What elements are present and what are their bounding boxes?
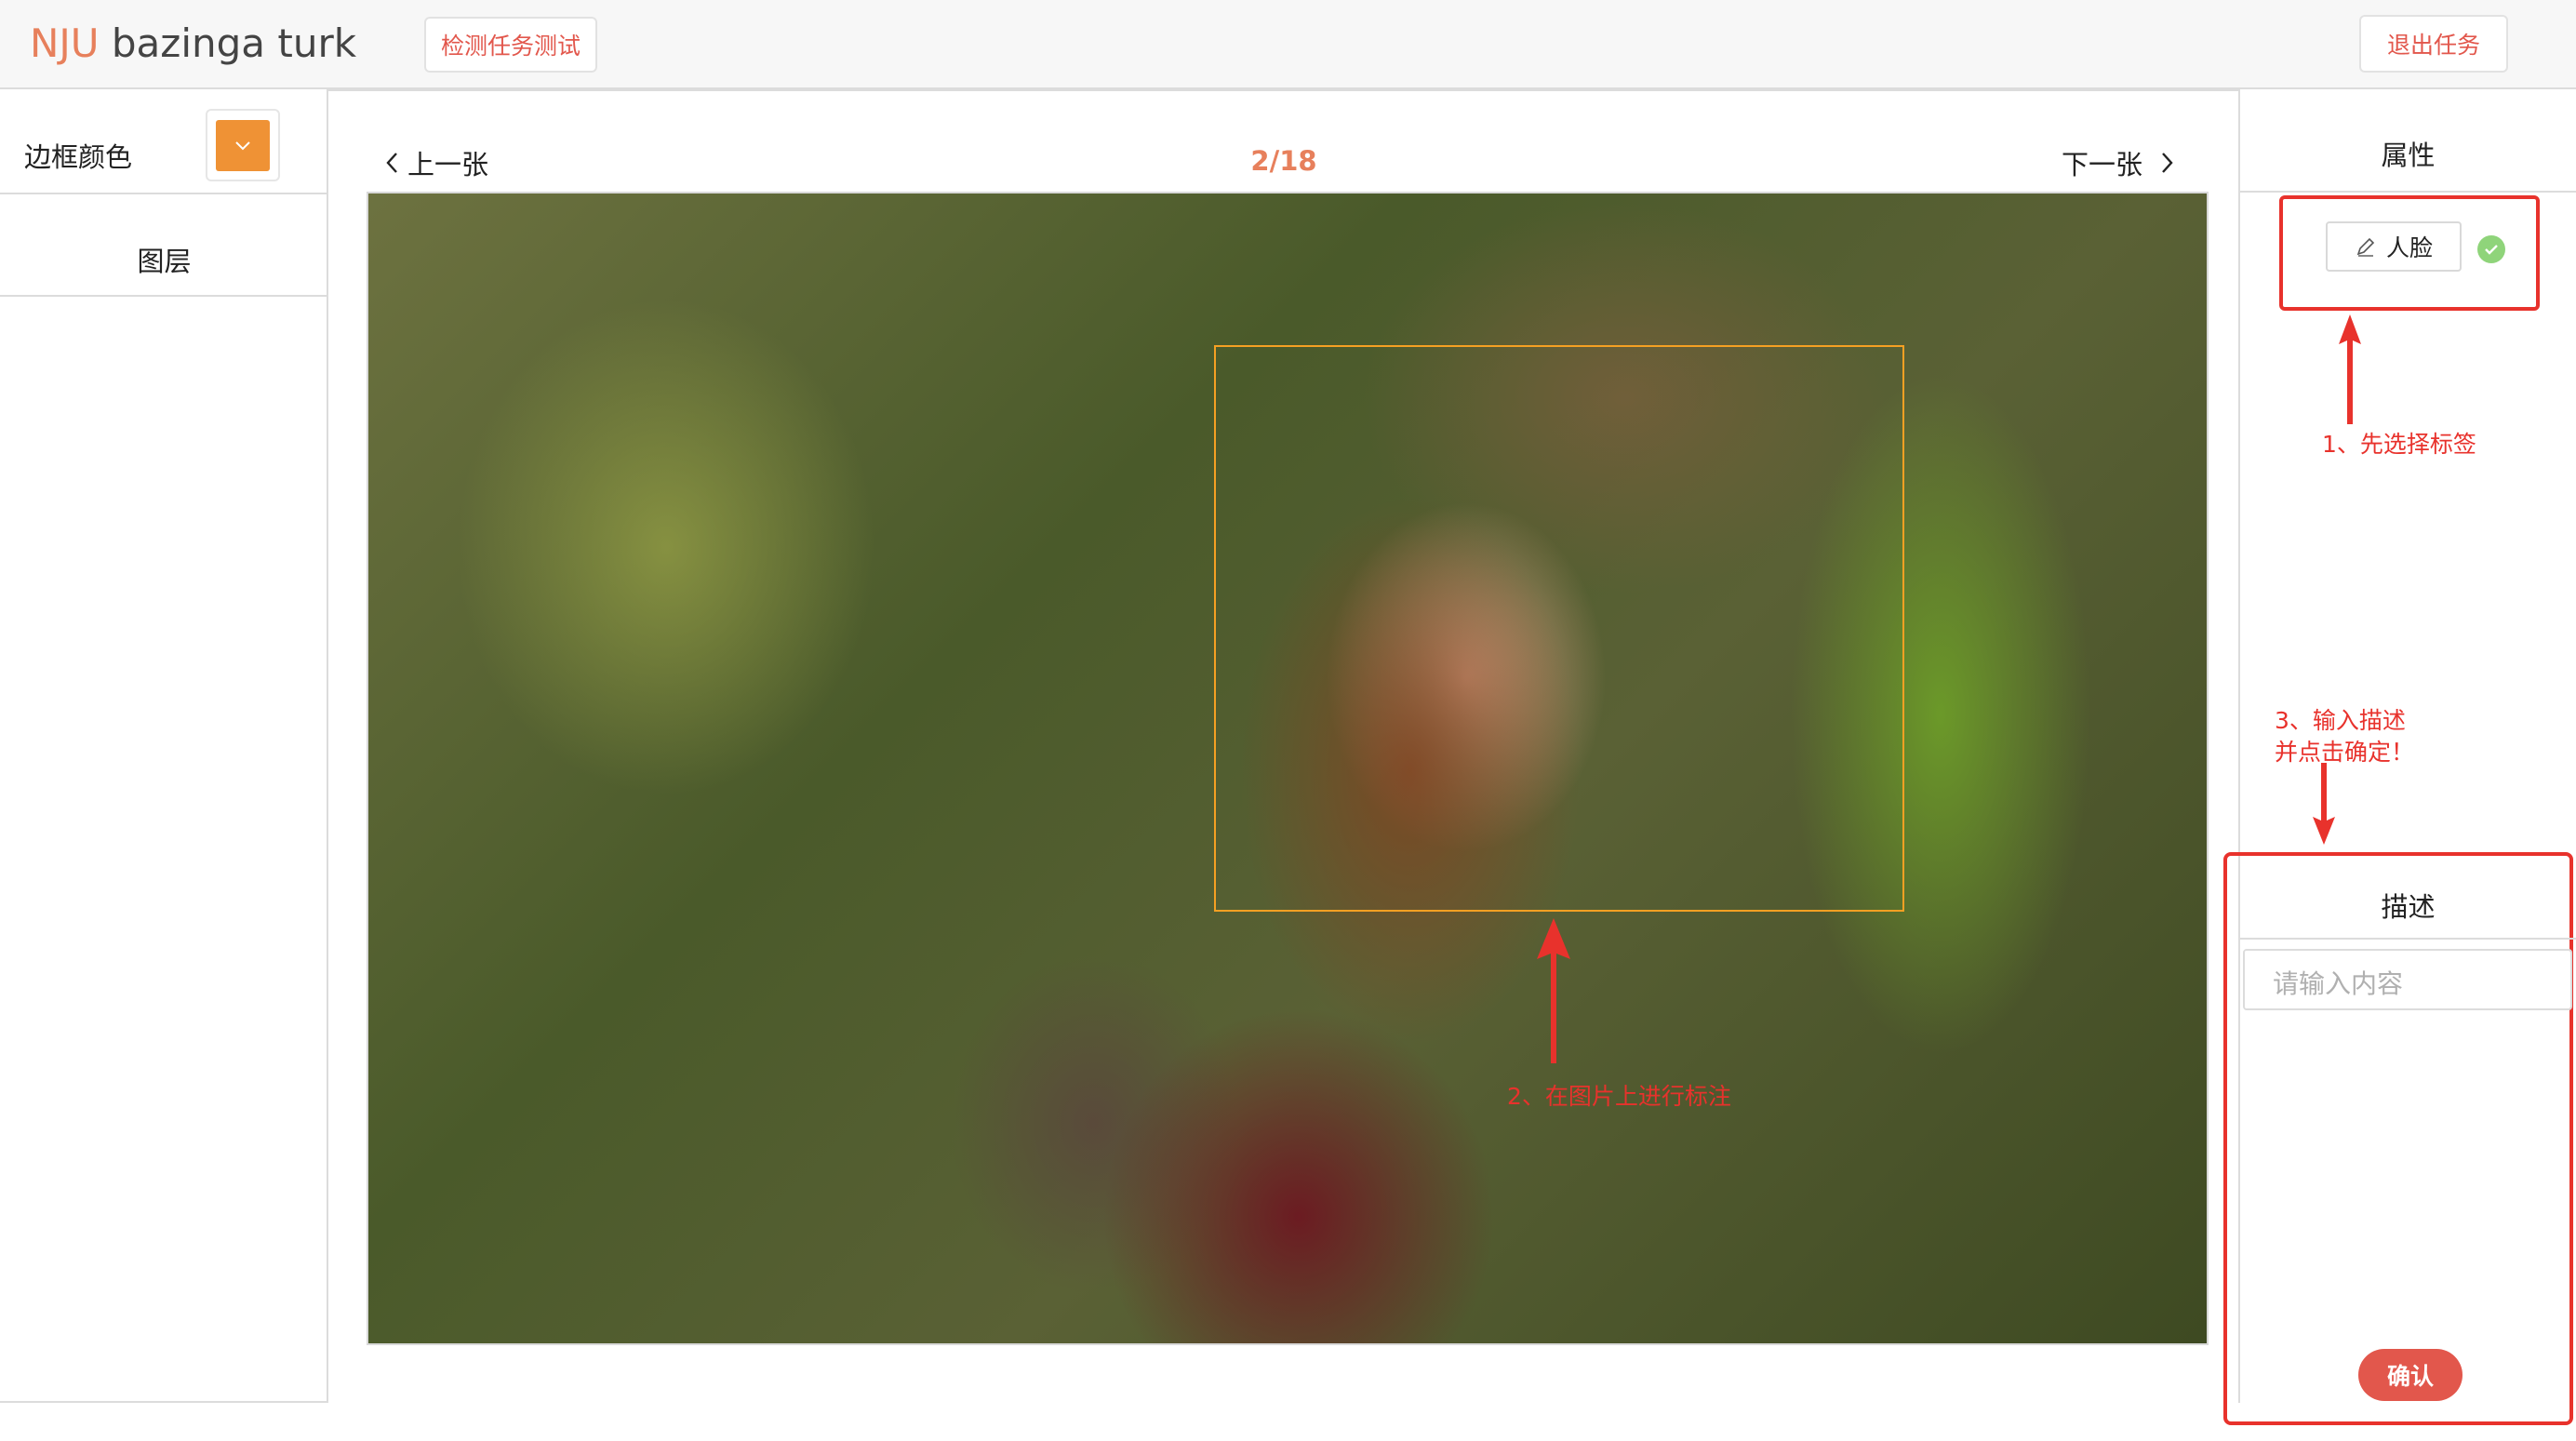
- step-2-annotation: 2、在图片上进行标注: [1507, 1083, 1731, 1110]
- check-circle-icon: [2477, 235, 2505, 263]
- top-bar: [0, 0, 2576, 89]
- step-1-annotation: 1、先选择标签: [2322, 431, 2476, 458]
- face-bounding-box[interactable]: [1214, 345, 1904, 912]
- description-title: 描述: [2381, 891, 2436, 923]
- detection-task-test-button[interactable]: 检测任务测试: [424, 17, 597, 73]
- prev-image-label: 上一张: [407, 149, 489, 180]
- pencil-icon: [2356, 237, 2375, 257]
- label-tag-text: 人脸: [2385, 234, 2433, 261]
- label-tag-face[interactable]: 人脸: [2326, 221, 2462, 272]
- arrow-down-icon: [2313, 763, 2335, 845]
- step-3-annotation-line1: 3、输入描述: [2275, 707, 2406, 734]
- confirm-button[interactable]: 确认: [2358, 1349, 2463, 1401]
- arrow-up-icon: [2339, 314, 2361, 424]
- arrow-up-icon: [1537, 918, 1570, 1063]
- brand-prefix: NJU: [30, 20, 100, 66]
- chevron-left-icon: [386, 153, 397, 173]
- brand-suffix: bazinga turk: [99, 20, 357, 66]
- brand-logo: NJU bazinga turk: [30, 20, 356, 66]
- next-image-label: 下一张: [2062, 149, 2143, 180]
- exit-task-button[interactable]: 退出任务: [2359, 15, 2508, 73]
- divider: [0, 193, 328, 194]
- color-swatch[interactable]: [216, 120, 270, 171]
- description-input[interactable]: [2243, 949, 2572, 1010]
- next-image-button[interactable]: 下一张: [2062, 143, 2176, 182]
- chevron-down-icon: [235, 140, 250, 150]
- border-color-label: 边框颜色: [24, 141, 133, 173]
- layers-title: 图层: [137, 246, 192, 277]
- prev-image-button[interactable]: 上一张: [383, 143, 488, 182]
- chevron-right-icon: [2162, 153, 2173, 173]
- left-panel: [0, 89, 328, 1403]
- attributes-title: 属性: [2381, 140, 2436, 171]
- divider: [2240, 191, 2576, 193]
- divider: [2240, 938, 2576, 940]
- image-counter: 2/18: [1250, 145, 1317, 177]
- divider: [0, 295, 328, 297]
- step-3-annotation-line2: 并点击确定！: [2275, 739, 2415, 766]
